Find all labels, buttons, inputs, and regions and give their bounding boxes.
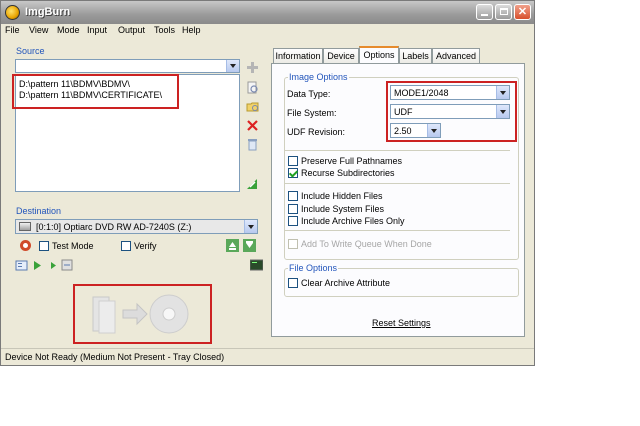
highlight-box-source-files bbox=[12, 74, 179, 109]
chevron-down-icon[interactable] bbox=[244, 220, 257, 233]
menu-view[interactable]: View bbox=[29, 25, 48, 35]
minimize-button[interactable] bbox=[476, 4, 493, 20]
verify-label: Verify bbox=[134, 241, 157, 251]
options-panel: Image Options Data Type: MODE1/2048 File… bbox=[271, 63, 525, 337]
menu-input[interactable]: Input bbox=[87, 25, 107, 35]
menu-mode[interactable]: Mode bbox=[57, 25, 80, 35]
build-files-to-image-icon bbox=[92, 294, 189, 334]
tab-advanced[interactable]: Advanced bbox=[432, 48, 480, 63]
log-icon[interactable] bbox=[15, 259, 28, 272]
file-options-label: File Options bbox=[288, 263, 339, 273]
clear-archive-attribute-checkbox[interactable] bbox=[288, 278, 298, 288]
recurse-subdirectories-checkbox[interactable] bbox=[288, 168, 298, 178]
test-mode-label: Test Mode bbox=[52, 241, 94, 251]
image-options-label: Image Options bbox=[288, 72, 349, 82]
close-icon: ✕ bbox=[517, 6, 528, 18]
reset-settings-link[interactable]: Reset Settings bbox=[372, 318, 431, 328]
menu-help[interactable]: Help bbox=[182, 25, 201, 35]
menu-output[interactable]: Output bbox=[118, 25, 145, 35]
add-to-write-queue-checkbox[interactable] bbox=[288, 239, 298, 249]
queue-icon[interactable] bbox=[61, 259, 74, 272]
menu-bar: File View Mode Input Output Tools Help bbox=[1, 24, 534, 39]
tab-device[interactable]: Device bbox=[323, 48, 359, 63]
close-tray-icon[interactable] bbox=[243, 239, 256, 252]
include-hidden-files-label: Include Hidden Files bbox=[301, 191, 383, 201]
title-bar[interactable]: ImgBurn ✕ bbox=[1, 1, 534, 24]
browse-file-icon[interactable] bbox=[246, 81, 259, 94]
include-hidden-files-checkbox[interactable] bbox=[288, 191, 298, 201]
browse-folder-icon[interactable] bbox=[246, 100, 259, 113]
udf-revision-label: UDF Revision: bbox=[287, 127, 346, 137]
menu-file[interactable]: File bbox=[5, 25, 20, 35]
terminal-icon[interactable] bbox=[249, 259, 264, 272]
tab-options[interactable]: Options bbox=[359, 46, 399, 64]
window-title: ImgBurn bbox=[25, 6, 71, 18]
tab-information[interactable]: Information bbox=[273, 48, 323, 63]
close-button[interactable]: ✕ bbox=[514, 4, 531, 20]
highlight-box-image-options bbox=[386, 81, 517, 142]
source-label: Source bbox=[16, 46, 45, 56]
remove-icon[interactable] bbox=[246, 119, 259, 132]
queue-divider bbox=[284, 230, 510, 231]
eject-icon[interactable] bbox=[226, 239, 239, 252]
calculate-icon[interactable] bbox=[246, 178, 259, 191]
include-archive-files-only-checkbox[interactable] bbox=[288, 216, 298, 226]
imgburn-window: ImgBurn ✕ File View Mode Input Output To… bbox=[0, 0, 535, 366]
recurse-subdirectories-label: Recurse Subdirectories bbox=[301, 168, 395, 178]
include-system-files-label: Include System Files bbox=[301, 204, 385, 214]
destination-drive-value: [0:1:0] Optiarc DVD RW AD-7240S (Z:) bbox=[36, 222, 192, 232]
preserve-full-pathnames-checkbox[interactable] bbox=[288, 156, 298, 166]
status-bar: Device Not Ready (Medium Not Present - T… bbox=[1, 348, 534, 365]
include-system-files-checkbox[interactable] bbox=[288, 204, 298, 214]
data-type-label: Data Type: bbox=[287, 89, 331, 99]
clear-archive-attribute-label: Clear Archive Attribute bbox=[301, 278, 391, 288]
drive-icon bbox=[19, 222, 31, 231]
imgburn-app-icon[interactable] bbox=[5, 5, 20, 20]
status-text: Device Not Ready (Medium Not Present - T… bbox=[5, 352, 225, 362]
test-mode-checkbox[interactable] bbox=[39, 241, 49, 251]
trash-icon[interactable] bbox=[246, 138, 259, 151]
play-icon[interactable] bbox=[31, 259, 44, 272]
menu-tools[interactable]: Tools bbox=[154, 25, 175, 35]
maximize-icon bbox=[499, 8, 508, 15]
maximize-button[interactable] bbox=[495, 4, 512, 20]
file-system-label: File System: bbox=[287, 108, 337, 118]
add-to-write-queue-label: Add To Write Queue When Done bbox=[301, 239, 432, 249]
tab-labels[interactable]: Labels bbox=[399, 48, 432, 63]
play-small-icon[interactable] bbox=[47, 259, 60, 272]
verify-checkbox[interactable] bbox=[121, 241, 131, 251]
pathname-options-divider bbox=[284, 150, 510, 183]
chevron-down-icon[interactable] bbox=[226, 60, 239, 72]
disc-info-icon[interactable] bbox=[19, 239, 32, 252]
include-archive-files-only-label: Include Archive Files Only bbox=[301, 216, 405, 226]
preserve-full-pathnames-label: Preserve Full Pathnames bbox=[301, 156, 403, 166]
destination-label: Destination bbox=[16, 206, 62, 216]
minimize-icon bbox=[481, 14, 488, 16]
source-dropdown[interactable] bbox=[15, 59, 240, 73]
build-button[interactable] bbox=[89, 291, 195, 337]
destination-drive-dropdown[interactable]: [0:1:0] Optiarc DVD RW AD-7240S (Z:) bbox=[15, 219, 258, 234]
add-icon[interactable] bbox=[246, 61, 259, 74]
